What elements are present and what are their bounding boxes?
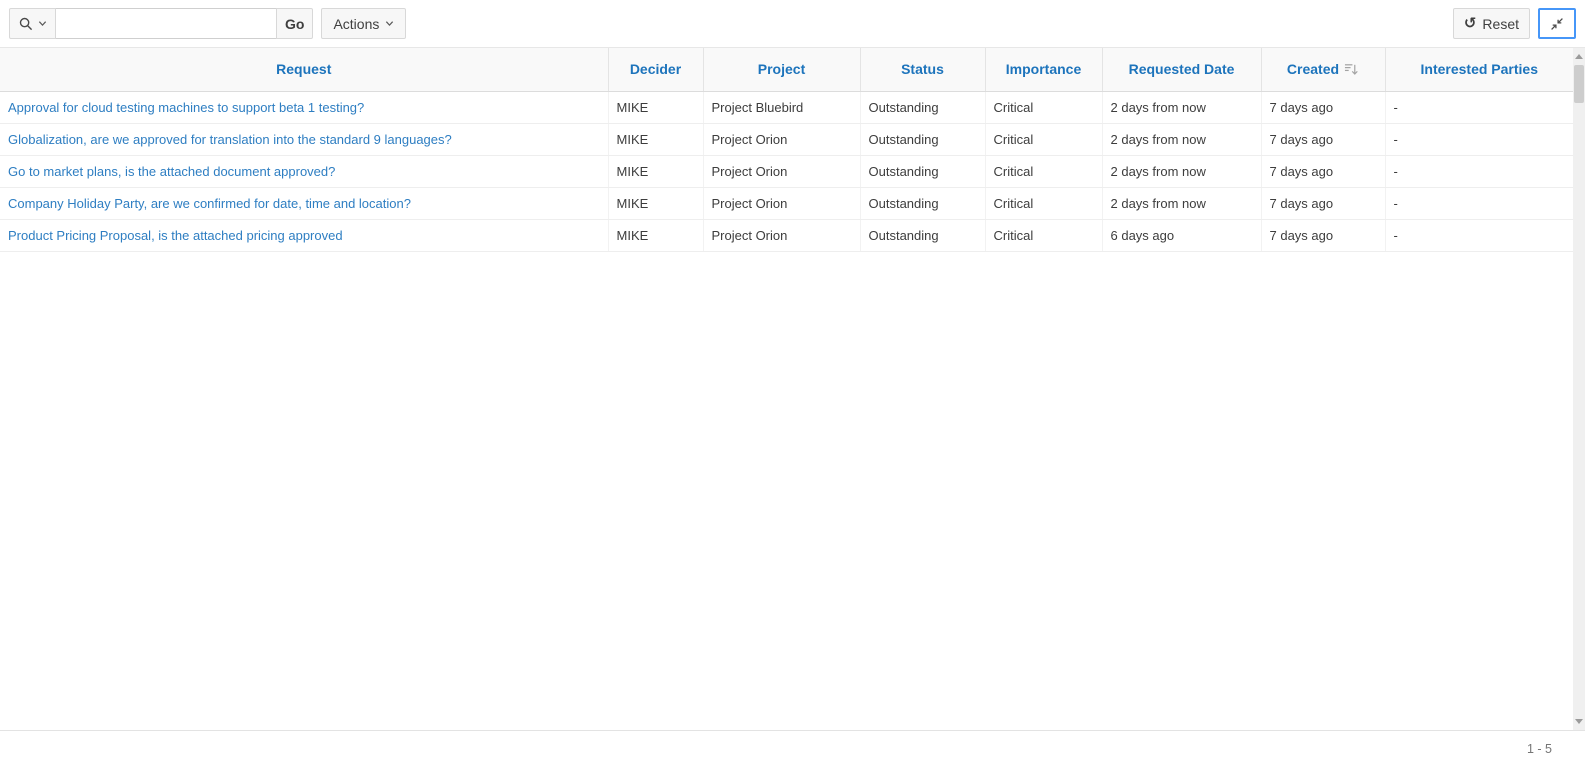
search-input[interactable] <box>56 8 277 39</box>
request-link[interactable]: Approval for cloud testing machines to s… <box>8 100 364 115</box>
interested-parties-cell: - <box>1385 155 1573 187</box>
table-row: Globalization, are we approved for trans… <box>0 123 1573 155</box>
decider-cell: MIKE <box>608 123 703 155</box>
request-link[interactable]: Company Holiday Party, are we confirmed … <box>8 196 411 211</box>
project-cell: Project Orion <box>703 123 860 155</box>
column-header-request[interactable]: Request <box>0 48 608 91</box>
decider-cell: MIKE <box>608 91 703 123</box>
scrollbar-down-arrow-icon[interactable] <box>1575 719 1583 724</box>
request-link[interactable]: Globalization, are we approved for trans… <box>8 132 452 147</box>
importance-cell: Critical <box>985 91 1102 123</box>
interested-parties-cell: - <box>1385 187 1573 219</box>
decider-cell: MIKE <box>608 187 703 219</box>
collapse-region-button[interactable] <box>1538 8 1576 39</box>
column-header-importance[interactable]: Importance <box>985 48 1102 91</box>
undo-circular-arrow-icon: ↺ <box>1464 16 1477 31</box>
actions-menu-button[interactable]: Actions <box>321 8 406 39</box>
interactive-report-table: Request Decider Project Status Importanc… <box>0 48 1573 252</box>
created-cell: 7 days ago <box>1261 123 1385 155</box>
request-link[interactable]: Go to market plans, is the attached docu… <box>8 164 335 179</box>
go-button[interactable]: Go <box>276 8 313 39</box>
created-cell: 7 days ago <box>1261 91 1385 123</box>
interested-parties-cell: - <box>1385 123 1573 155</box>
project-cell: Project Orion <box>703 219 860 251</box>
interactive-report-page: Go Actions ↺ Reset <box>0 0 1585 774</box>
importance-cell: Critical <box>985 219 1102 251</box>
importance-cell: Critical <box>985 187 1102 219</box>
status-cell: Outstanding <box>860 219 985 251</box>
table-row: Product Pricing Proposal, is the attache… <box>0 219 1573 251</box>
requested-date-cell: 2 days from now <box>1102 187 1261 219</box>
status-cell: Outstanding <box>860 123 985 155</box>
importance-cell: Critical <box>985 123 1102 155</box>
column-header-project[interactable]: Project <box>703 48 860 91</box>
requested-date-cell: 2 days from now <box>1102 91 1261 123</box>
column-header-status[interactable]: Status <box>860 48 985 91</box>
scrollbar-up-arrow-icon[interactable] <box>1575 54 1583 59</box>
table-row: Company Holiday Party, are we confirmed … <box>0 187 1573 219</box>
project-cell: Project Bluebird <box>703 91 860 123</box>
requested-date-cell: 2 days from now <box>1102 123 1261 155</box>
status-cell: Outstanding <box>860 187 985 219</box>
region-footer: 1 - 5 <box>0 730 1585 774</box>
requested-date-cell: 2 days from now <box>1102 155 1261 187</box>
reset-button[interactable]: ↺ Reset <box>1453 8 1530 39</box>
magnifier-icon <box>19 17 33 31</box>
project-cell: Project Orion <box>703 187 860 219</box>
column-header-interested-parties[interactable]: Interested Parties <box>1385 48 1573 91</box>
chevron-down-icon <box>38 19 47 28</box>
requested-date-cell: 6 days ago <box>1102 219 1261 251</box>
column-header-requested-date[interactable]: Requested Date <box>1102 48 1261 91</box>
created-cell: 7 days ago <box>1261 219 1385 251</box>
collapse-region-icon <box>1550 17 1564 31</box>
project-cell: Project Orion <box>703 155 860 187</box>
importance-cell: Critical <box>985 155 1102 187</box>
status-cell: Outstanding <box>860 155 985 187</box>
interested-parties-cell: - <box>1385 219 1573 251</box>
scrollbar-thumb[interactable] <box>1574 65 1584 103</box>
decider-cell: MIKE <box>608 219 703 251</box>
chevron-down-icon <box>385 19 394 28</box>
table-row: Approval for cloud testing machines to s… <box>0 91 1573 123</box>
request-link[interactable]: Product Pricing Proposal, is the attache… <box>8 228 343 243</box>
pagination-range-label: 1 - 5 <box>1527 742 1552 756</box>
search-column-select-button[interactable] <box>9 8 56 39</box>
sort-descending-icon <box>1344 62 1359 77</box>
interested-parties-cell: - <box>1385 91 1573 123</box>
table-row: Go to market plans, is the attached docu… <box>0 155 1573 187</box>
status-cell: Outstanding <box>860 91 985 123</box>
reset-label: Reset <box>1482 16 1519 32</box>
column-header-created[interactable]: Created <box>1261 48 1385 91</box>
vertical-scrollbar[interactable] <box>1573 48 1585 730</box>
report-toolbar: Go Actions ↺ Reset <box>0 0 1585 48</box>
created-cell: 7 days ago <box>1261 187 1385 219</box>
column-header-decider[interactable]: Decider <box>608 48 703 91</box>
table-header-row: Request Decider Project Status Importanc… <box>0 48 1573 91</box>
actions-label: Actions <box>333 16 379 32</box>
decider-cell: MIKE <box>608 155 703 187</box>
created-cell: 7 days ago <box>1261 155 1385 187</box>
